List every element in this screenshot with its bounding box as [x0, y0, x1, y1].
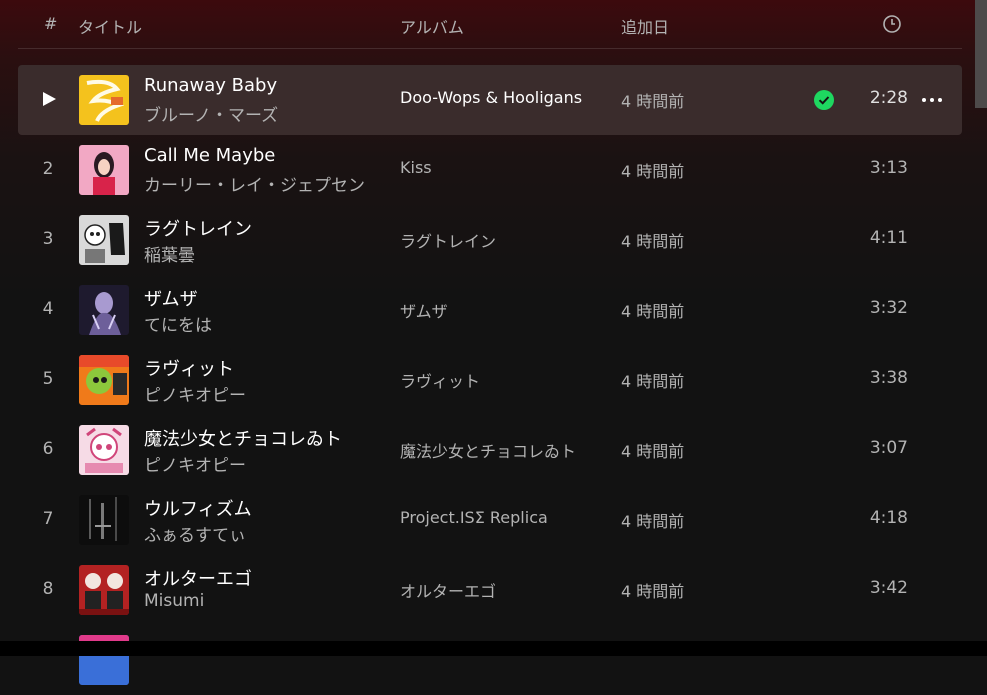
track-album[interactable]: Doo-Wops & Hooligans	[400, 88, 610, 107]
scrollbar-thumb[interactable]	[975, 0, 987, 108]
track-duration: 3:32	[869, 298, 908, 318]
album-art	[79, 285, 129, 335]
track-album[interactable]: Kiss	[400, 158, 610, 177]
track-title[interactable]: ラグトレイン	[144, 215, 384, 241]
saved-check-icon[interactable]	[814, 90, 834, 110]
track-title[interactable]: 魔法少女とチョコレゐト	[144, 425, 384, 451]
album-art	[79, 145, 129, 195]
track-title[interactable]: Runaway Baby	[144, 75, 384, 96]
column-header-number[interactable]: #	[44, 14, 57, 33]
track-album[interactable]: ラグトレイン	[400, 228, 610, 252]
track-date-added: 4 時間前	[621, 232, 685, 251]
album-art	[79, 215, 129, 265]
track-album[interactable]: オルターエゴ	[400, 578, 610, 602]
album-art	[79, 495, 129, 545]
track-date-added: 4 時間前	[621, 162, 685, 181]
track-duration: 3:07	[869, 438, 908, 458]
album-art	[79, 565, 129, 615]
track-artist[interactable]: ふぁるすてぃ	[144, 521, 376, 546]
track-duration: 2:28	[869, 88, 908, 108]
tracklist-header: # タイトル アルバム 追加日	[18, 0, 962, 49]
track-album[interactable]: 魔法少女とチョコレゐト	[400, 438, 610, 462]
track-title[interactable]: ザムザ	[144, 285, 384, 311]
track-duration: 3:42	[869, 578, 908, 598]
track-number: 3	[42, 229, 54, 249]
track-date-added: 4 時間前	[621, 512, 685, 531]
track-artist[interactable]: カーリー・レイ・ジェプセン	[144, 171, 376, 196]
album-art	[79, 425, 129, 475]
track-artist[interactable]: ピノキオピー	[144, 451, 376, 476]
track-title[interactable]: ラヴィット	[144, 355, 384, 381]
more-options-icon[interactable]	[920, 91, 944, 105]
tracklist: Runaway Baby ブルーノ・マーズ Doo-Wops & Hooliga…	[18, 65, 962, 695]
track-row[interactable]: 8 オルターエゴ Misumi オルターエゴ 4 時間前 3:42	[18, 555, 962, 625]
track-number: 6	[42, 439, 54, 459]
track-duration: 3:13	[869, 158, 908, 178]
track-title[interactable]: オルターエゴ	[144, 565, 384, 591]
album-art	[79, 355, 129, 405]
track-date-added: 4 時間前	[621, 92, 685, 111]
track-artist[interactable]: ピノキオピー	[144, 381, 376, 406]
play-icon[interactable]	[43, 92, 56, 106]
track-duration: 4:11	[869, 228, 908, 248]
track-number: 7	[42, 509, 54, 529]
track-row[interactable]: 6 魔法少女とチョコレゐト ピノキオピー 魔法少女とチョコレゐト 4 時間前 3…	[18, 415, 962, 485]
clock-icon[interactable]	[882, 14, 902, 34]
track-row[interactable]	[18, 625, 962, 695]
album-art	[79, 75, 129, 125]
track-row[interactable]: 3 ラグトレイン 稲葉曇 ラグトレイン 4 時間前 4:11	[18, 205, 962, 275]
column-header-date-added[interactable]: 追加日	[621, 14, 669, 38]
track-row[interactable]: 5 ラヴィット ピノキオピー ラヴィット 4 時間前 3:38	[18, 345, 962, 415]
track-row[interactable]: Runaway Baby ブルーノ・マーズ Doo-Wops & Hooliga…	[18, 65, 962, 135]
track-artist[interactable]: てにをは	[144, 311, 376, 336]
track-album[interactable]: Project.ISΣ Replica	[400, 508, 610, 527]
bottom-bar	[0, 641, 987, 656]
track-date-added: 4 時間前	[621, 582, 685, 601]
column-header-album[interactable]: アルバム	[400, 14, 464, 38]
track-row[interactable]: 2 Call Me Maybe カーリー・レイ・ジェプセン Kiss 4 時間前…	[18, 135, 962, 205]
track-duration: 4:18	[869, 508, 908, 528]
track-date-added: 4 時間前	[621, 302, 685, 321]
track-number: 8	[42, 579, 54, 599]
track-number: 5	[42, 369, 54, 389]
track-date-added: 4 時間前	[621, 442, 685, 461]
track-date-added: 4 時間前	[621, 372, 685, 391]
track-title[interactable]: Call Me Maybe	[144, 145, 384, 166]
track-artist[interactable]: 稲葉曇	[144, 241, 376, 266]
track-duration: 3:38	[869, 368, 908, 388]
track-artist[interactable]: Misumi	[144, 591, 376, 611]
track-number: 2	[42, 159, 54, 179]
track-row[interactable]: 4 ザムザ てにをは ザムザ 4 時間前 3:32	[18, 275, 962, 345]
track-row[interactable]: 7 ウルフィズム ふぁるすてぃ Project.ISΣ Replica 4 時間…	[18, 485, 962, 555]
track-album[interactable]: ザムザ	[400, 298, 610, 322]
column-header-title[interactable]: タイトル	[78, 14, 142, 38]
track-title[interactable]: ウルフィズム	[144, 495, 384, 521]
track-number: 4	[42, 299, 54, 319]
track-album[interactable]: ラヴィット	[400, 368, 610, 392]
track-artist[interactable]: ブルーノ・マーズ	[144, 101, 376, 126]
